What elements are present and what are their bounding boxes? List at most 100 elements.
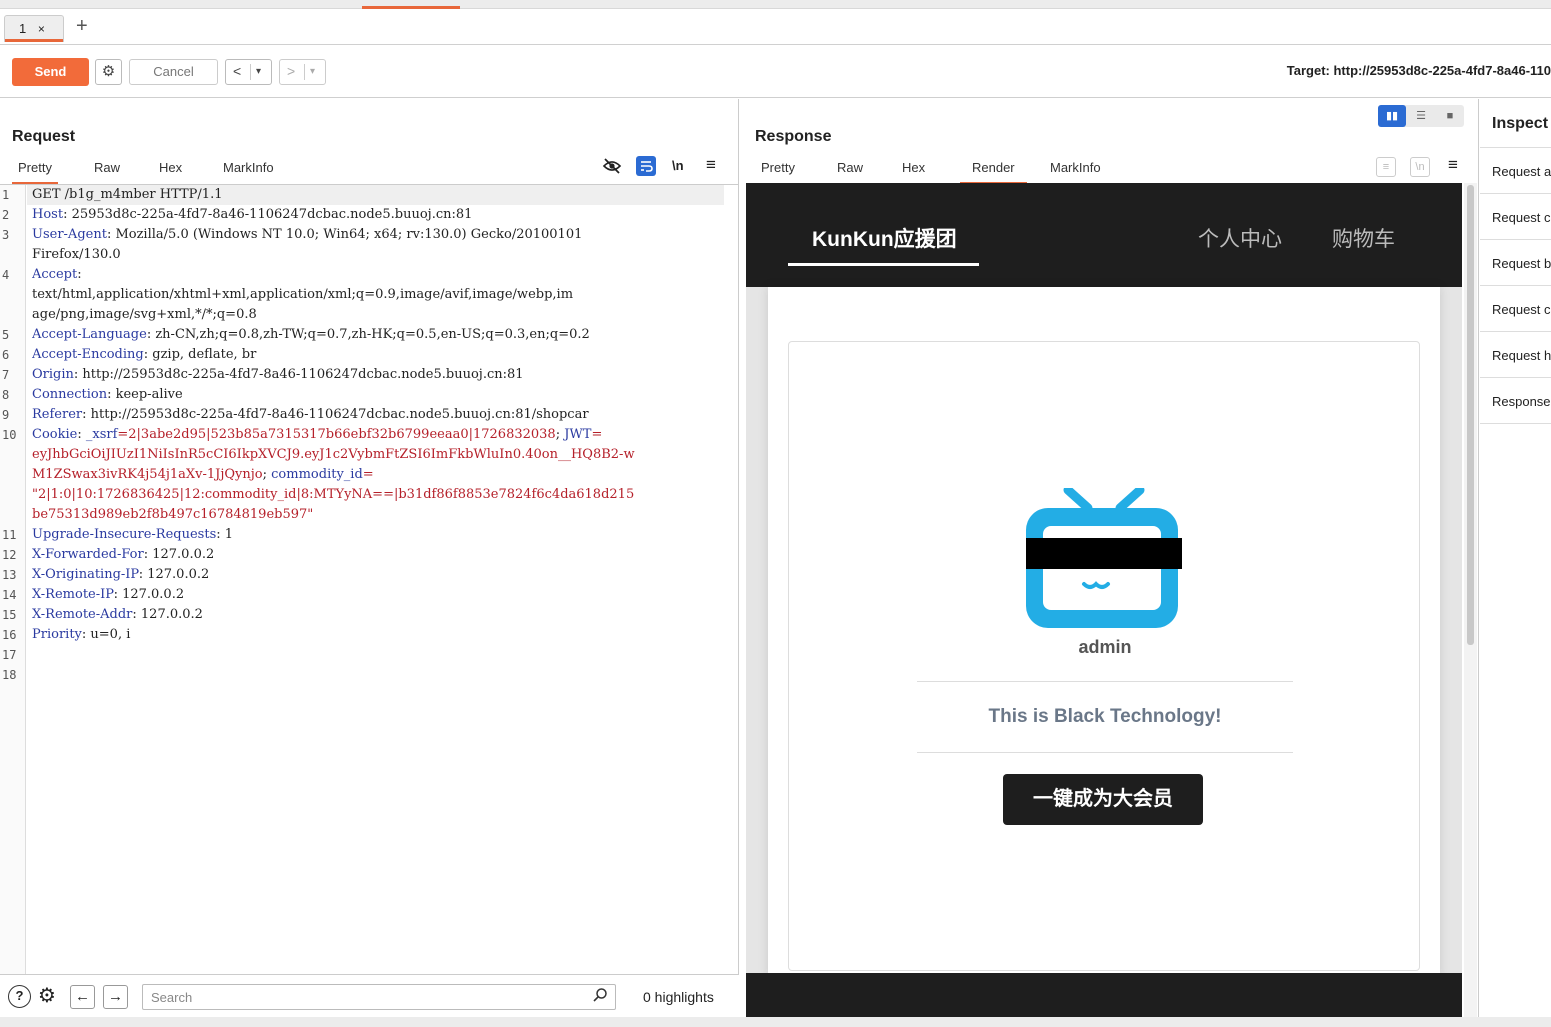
search-settings-gear-icon[interactable]: ⚙ bbox=[38, 984, 56, 1008]
code-line[interactable]: "2|1:0|10:1726836425|12:commodity_id|8:M… bbox=[32, 485, 722, 505]
back-history-button[interactable]: < ▾ bbox=[225, 59, 272, 85]
code-line[interactable] bbox=[32, 665, 722, 685]
line-number: 14 bbox=[2, 588, 17, 602]
close-icon[interactable]: × bbox=[38, 22, 45, 36]
header-name: commodity_id bbox=[271, 467, 363, 482]
code-line[interactable]: Referer: http://25953d8c-225a-4fd7-8a46-… bbox=[32, 405, 722, 425]
header-value: : 127.0.0.2 bbox=[138, 567, 210, 582]
line-number: 5 bbox=[2, 328, 10, 342]
inspector-item-request-query[interactable]: Request c bbox=[1480, 194, 1551, 240]
status-strip bbox=[0, 1017, 1551, 1027]
header-name: JWT bbox=[564, 427, 592, 442]
hide-nonprinting-icon[interactable] bbox=[602, 157, 622, 175]
code-line[interactable]: X-Originating-IP: 127.0.0.2 bbox=[32, 565, 722, 585]
tab-render[interactable]: Render bbox=[960, 159, 1027, 185]
code-line[interactable]: Upgrade-Insecure-Requests: 1 bbox=[32, 525, 722, 545]
scrollbar-thumb[interactable] bbox=[1467, 185, 1474, 645]
profile-card: admin This is Black Technology! 一键成为大会员 bbox=[788, 341, 1420, 971]
code-line[interactable]: Cookie: _xsrf=2|3abe2d95|523b85a7315317b… bbox=[32, 425, 722, 445]
profile-card-container: admin This is Black Technology! 一键成为大会员 bbox=[768, 287, 1440, 977]
request-tab-1[interactable]: 1 × bbox=[4, 15, 64, 42]
line-number: 6 bbox=[2, 348, 10, 362]
code-line[interactable]: eyJhbGciOiJIUzI1NiIsInR5cCI6IkpXVCJ9.eyJ… bbox=[32, 445, 722, 465]
wrap-lines-button[interactable] bbox=[636, 156, 656, 176]
code-line[interactable]: Accept-Encoding: gzip, deflate, br bbox=[32, 345, 722, 365]
code-line[interactable]: Origin: http://25953d8c-225a-4fd7-8a46-1… bbox=[32, 365, 722, 385]
code-line[interactable]: Accept-Language: zh-CN,zh;q=0.8,zh-TW;q=… bbox=[32, 325, 722, 345]
code-line[interactable]: X-Remote-Addr: 127.0.0.2 bbox=[32, 605, 722, 625]
line-number: 7 bbox=[2, 368, 10, 382]
tab-pretty[interactable]: Pretty bbox=[755, 159, 801, 185]
tab-hex[interactable]: Hex bbox=[896, 159, 931, 185]
code-line[interactable]: Accept: bbox=[32, 265, 722, 285]
settings-gear-button[interactable]: ⚙ bbox=[95, 59, 122, 85]
tab-markinfo[interactable]: MarkInfo bbox=[217, 159, 280, 185]
code-line[interactable]: User-Agent: Mozilla/5.0 (Windows NT 10.0… bbox=[32, 225, 722, 245]
search-bar: ? ⚙ ← → 0 highlights bbox=[0, 974, 739, 1018]
code-line[interactable]: be75313d989eb2f8b497c16784819eb597" bbox=[32, 505, 722, 525]
gear-icon: ⚙ bbox=[101, 63, 116, 80]
divider bbox=[917, 681, 1293, 682]
become-vip-button[interactable]: 一键成为大会员 bbox=[1003, 774, 1203, 825]
render-scrollbar[interactable] bbox=[1464, 183, 1477, 1019]
code-line[interactable]: X-Remote-IP: 127.0.0.2 bbox=[32, 585, 722, 605]
chevron-down-icon[interactable]: ▾ bbox=[256, 66, 261, 77]
nav-link-profile[interactable]: 个人中心 bbox=[1198, 223, 1282, 253]
single-pane-button[interactable]: ■ bbox=[1436, 105, 1464, 127]
forward-history-button[interactable]: > ▾ bbox=[279, 59, 326, 85]
menu-icon[interactable]: ≡ bbox=[706, 155, 716, 175]
code-line[interactable]: age/png,image/svg+xml,*/*;q=0.8 bbox=[32, 305, 722, 325]
code-line[interactable]: Priority: u=0, i bbox=[32, 625, 722, 645]
request-editor[interactable]: 1 2 3 4 5 6 7 8 9 10 11 12 13 14 15 16 17 18 GET /b1g_m4m… bbox=[0, 184, 739, 975]
next-match-button[interactable]: → bbox=[103, 985, 128, 1009]
split-vertical-button[interactable]: ☰ bbox=[1407, 105, 1435, 127]
previous-match-button[interactable]: ← bbox=[70, 985, 95, 1009]
help-icon[interactable]: ? bbox=[8, 985, 31, 1008]
send-button[interactable]: Send bbox=[12, 58, 89, 86]
line-number: 17 bbox=[2, 648, 17, 662]
tv-avatar-icon bbox=[1026, 488, 1182, 628]
line-number: 16 bbox=[2, 628, 17, 642]
nav-link-cart[interactable]: 购物车 bbox=[1332, 223, 1395, 253]
site-brand[interactable]: KunKun应援团 bbox=[812, 223, 957, 253]
inspector-item-response-headers[interactable]: Response bbox=[1480, 378, 1551, 424]
code-line[interactable]: Connection: keep-alive bbox=[32, 385, 722, 405]
menu-icon[interactable]: ≡ bbox=[1448, 155, 1458, 175]
repeater-toolbar: Send ⚙ Cancel < ▾ > ▾ Target: http://259… bbox=[0, 46, 1551, 98]
code-line[interactable]: Firefox/130.0 bbox=[32, 245, 722, 265]
newline-toggle[interactable]: \n bbox=[1410, 157, 1430, 177]
search-input[interactable] bbox=[142, 984, 616, 1010]
request-view-tabs: Pretty Raw Hex MarkInfo bbox=[12, 159, 512, 185]
highlights-count: 0 highlights bbox=[643, 989, 714, 1005]
cancel-button[interactable]: Cancel bbox=[129, 59, 218, 85]
inspector-item-request-attributes[interactable]: Request a bbox=[1480, 148, 1551, 194]
inspector-item-request-cookies[interactable]: Request c bbox=[1480, 286, 1551, 332]
code-line[interactable]: M1ZSwax3ivRK4j54j1aXv-1JjQynjo; commodit… bbox=[32, 465, 722, 485]
tab-raw[interactable]: Raw bbox=[831, 159, 869, 185]
wrap-icon[interactable]: ≡ bbox=[1376, 157, 1396, 177]
code-line[interactable]: GET /b1g_m4mber HTTP/1.1 bbox=[32, 185, 722, 205]
tab-hex[interactable]: Hex bbox=[153, 159, 188, 185]
code-line[interactable]: text/html,application/xhtml+xml,applicat… bbox=[32, 285, 722, 305]
newline-toggle[interactable]: \n bbox=[672, 158, 684, 173]
target-url[interactable]: Target: http://25953d8c-225a-4fd7-8a46-1… bbox=[1287, 63, 1551, 78]
code-line[interactable] bbox=[32, 645, 722, 665]
inspector-title: Inspect bbox=[1492, 115, 1549, 132]
inspector-item-request-headers[interactable]: Request h bbox=[1480, 332, 1551, 378]
tab-markinfo[interactable]: MarkInfo bbox=[1044, 159, 1107, 185]
header-value: age/png,image/svg+xml,*/*;q=0.8 bbox=[32, 307, 257, 322]
request-panel: Request Pretty Raw Hex MarkInfo \n ≡ 123… bbox=[0, 99, 739, 1027]
tab-pretty[interactable]: Pretty bbox=[12, 159, 58, 185]
header-name: X-Forwarded-For bbox=[32, 547, 144, 562]
split-horizontal-button[interactable]: ▮▮ bbox=[1378, 105, 1406, 127]
code-line[interactable]: X-Forwarded-For: 127.0.0.2 bbox=[32, 545, 722, 565]
arrow-right-icon: → bbox=[108, 988, 123, 1005]
tab-raw[interactable]: Raw bbox=[88, 159, 126, 185]
code-line[interactable]: Host: 25953d8c-225a-4fd7-8a46-1106247dcb… bbox=[32, 205, 722, 225]
inspector-item-request-body[interactable]: Request b bbox=[1480, 240, 1551, 286]
cookie-value: = bbox=[362, 467, 374, 482]
cookie-value: be75313d989eb2f8b497c16784819eb597" bbox=[32, 507, 314, 522]
add-tab-button[interactable]: + bbox=[76, 15, 88, 38]
chevron-down-icon[interactable]: ▾ bbox=[310, 66, 315, 77]
header-value: : 1 bbox=[216, 527, 234, 542]
